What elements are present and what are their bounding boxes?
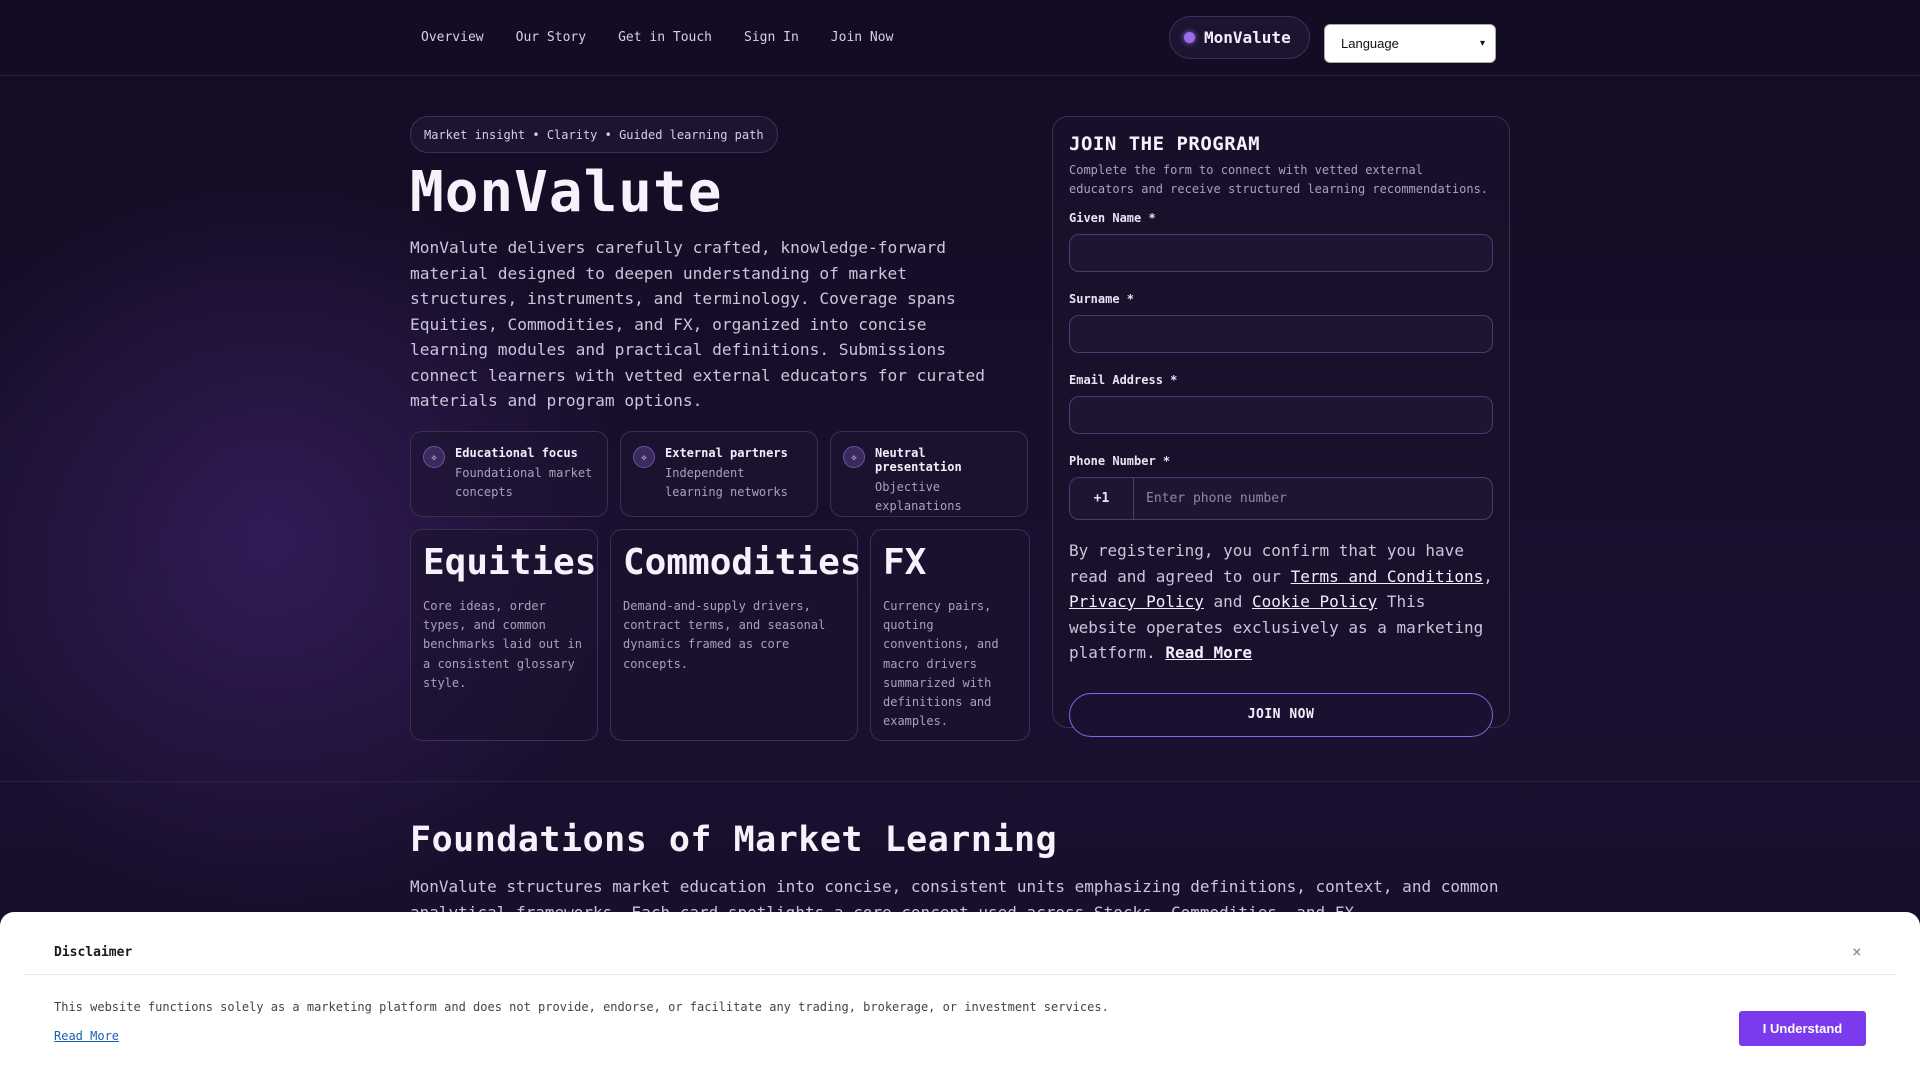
nav-link-get-in-touch[interactable]: Get in Touch: [618, 30, 712, 45]
hero-description: MonValute delivers carefully crafted, kn…: [410, 238, 985, 410]
hero-tagline: Market insight • Clarity • Guided learni…: [410, 116, 778, 153]
sparkle-icon: ✧: [633, 446, 655, 468]
phone-label: Phone Number *: [1069, 454, 1171, 468]
nav-link-join-now[interactable]: Join Now: [831, 30, 894, 45]
sparkle-icon: ✧: [423, 446, 445, 468]
market-description: Currency pairs, quoting conventions, and…: [883, 599, 999, 729]
language-select-value: Language: [1341, 36, 1399, 51]
nav-links: Overview Our Story Get in Touch Sign In …: [421, 30, 893, 45]
given-name-input[interactable]: [1069, 234, 1493, 272]
disclaimer-title: Disclaimer: [54, 945, 133, 960]
brand-logo[interactable]: MonValute: [1169, 16, 1310, 59]
brand-dot-icon: [1184, 32, 1195, 43]
legal-comma: ,: [1483, 566, 1493, 586]
read-more-link[interactable]: Read More: [1165, 643, 1252, 662]
feature-card-external-partners: ✧ External partners Independent learning…: [620, 431, 818, 517]
terms-link[interactable]: Terms and Conditions: [1291, 567, 1484, 586]
join-form: JOIN THE PROGRAM Complete the form to co…: [1052, 116, 1510, 737]
i-understand-button[interactable]: I Understand: [1739, 1011, 1866, 1046]
disclaimer-text: This website functions solely as a marke…: [54, 1000, 1109, 1014]
phone-field: +1 Enter phone number: [1069, 477, 1493, 520]
disclaimer-read-more-link[interactable]: Read More: [54, 1029, 119, 1043]
form-subtitle: Complete the form to connect with vetted…: [1069, 163, 1489, 196]
phone-country-code[interactable]: +1: [1070, 478, 1134, 519]
hero-section: Market insight • Clarity • Guided learni…: [0, 76, 1920, 782]
email-label: Email Address *: [1069, 373, 1178, 387]
market-description: Demand-and-supply drivers, contract term…: [623, 599, 826, 671]
market-card-fx: FX Currency pairs, quoting conventions, …: [870, 529, 1030, 741]
join-now-button[interactable]: JOIN NOW: [1069, 692, 1493, 737]
language-select[interactable]: Language ▾: [1324, 24, 1496, 63]
email-input[interactable]: [1069, 396, 1493, 434]
feature-subtitle: Objective explanations: [875, 480, 962, 513]
disclaimer-divider: [24, 974, 1896, 975]
foundations-section: Foundations of Market Learning MonValute…: [410, 820, 1510, 925]
chevron-down-icon: ▾: [1479, 38, 1485, 49]
feature-title: Educational focus: [455, 446, 578, 460]
phone-input[interactable]: Enter phone number: [1134, 478, 1492, 519]
market-title: FX: [883, 542, 927, 583]
feature-cards: ✧ Educational focus Foundational market …: [410, 431, 1028, 517]
nav-link-our-story[interactable]: Our Story: [516, 30, 586, 45]
feature-card-educational-focus: ✧ Educational focus Foundational market …: [410, 431, 608, 517]
feature-card-neutral-presentation: ✧ Neutral presentation Objective explana…: [830, 431, 1028, 517]
sparkle-icon: ✧: [843, 446, 865, 468]
feature-title: Neutral presentation: [875, 446, 962, 474]
hero-title: MonValute: [410, 160, 723, 225]
top-navigation: Overview Our Story Get in Touch Sign In …: [0, 0, 1920, 76]
market-card-commodities: Commodities Demand-and-supply drivers, c…: [610, 529, 862, 741]
market-title: Equities: [423, 542, 597, 583]
market-title: Commodities: [623, 542, 862, 583]
feature-subtitle: Independent learning networks: [665, 466, 788, 499]
market-description: Core ideas, order types, and common benc…: [423, 599, 582, 690]
legal-and: and: [1203, 592, 1253, 611]
feature-subtitle: Foundational market concepts: [455, 466, 593, 499]
given-name-label: Given Name *: [1069, 211, 1156, 225]
brand-name: MonValute: [1204, 28, 1291, 47]
feature-title: External partners: [665, 446, 788, 460]
cookie-link[interactable]: Cookie Policy: [1252, 592, 1377, 611]
nav-link-sign-in[interactable]: Sign In: [744, 30, 799, 45]
disclaimer-banner: Disclaimer × This website functions sole…: [0, 912, 1920, 1080]
market-cards: Equities Core ideas, order types, and co…: [410, 529, 1030, 741]
close-icon[interactable]: ×: [1852, 942, 1862, 961]
market-card-equities: Equities Core ideas, order types, and co…: [410, 529, 598, 741]
surname-label: Surname *: [1069, 292, 1135, 306]
nav-link-overview[interactable]: Overview: [421, 30, 484, 45]
privacy-link[interactable]: Privacy Policy: [1069, 592, 1204, 611]
foundations-title: Foundations of Market Learning: [410, 820, 1058, 860]
form-title: JOIN THE PROGRAM: [1069, 133, 1261, 155]
surname-input[interactable]: [1069, 315, 1493, 353]
legal-consent-text: By registering, you confirm that you hav…: [1069, 538, 1493, 666]
